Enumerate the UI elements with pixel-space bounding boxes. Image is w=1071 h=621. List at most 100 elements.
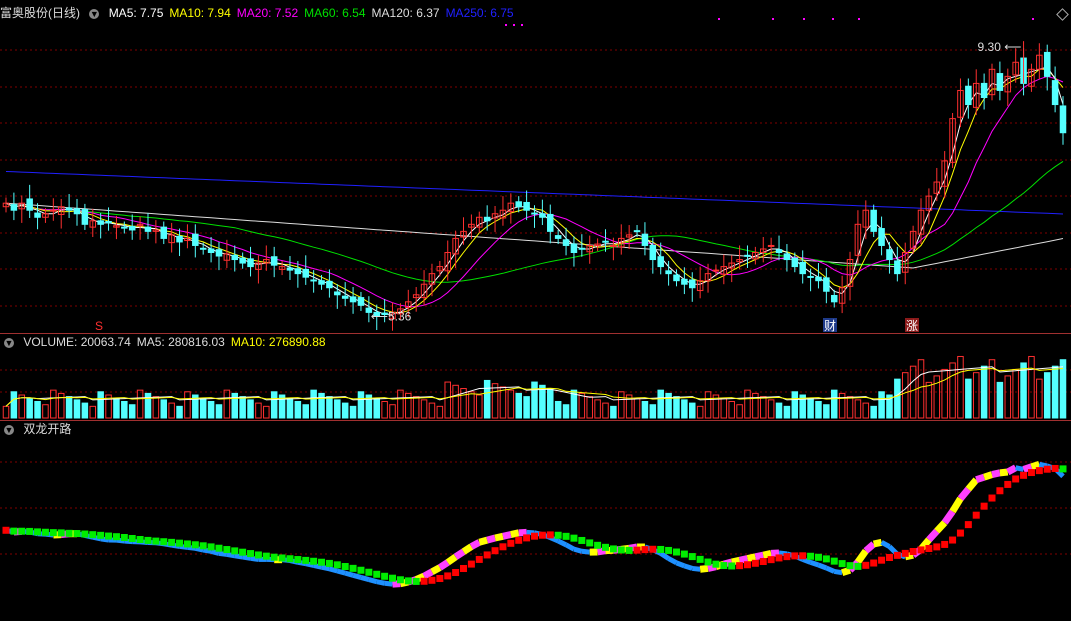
candle-body-42 bbox=[335, 292, 341, 295]
slow-dragon-block-31 bbox=[247, 550, 254, 557]
slow-dragon-block-21 bbox=[168, 539, 175, 546]
slow-dragon-block-68 bbox=[539, 532, 546, 539]
volume-bar-98 bbox=[776, 403, 782, 418]
slow-dragon-block-15 bbox=[121, 534, 128, 541]
slow-dragon-block-41 bbox=[326, 560, 333, 567]
volume-bar-100 bbox=[792, 392, 798, 418]
volume-bar-50 bbox=[398, 390, 404, 418]
volume-bar-41 bbox=[327, 397, 333, 418]
volume-bar-92 bbox=[729, 401, 735, 418]
candle-body-15 bbox=[122, 227, 128, 228]
candle-body-86 bbox=[682, 279, 688, 284]
volume-bar-103 bbox=[816, 401, 822, 418]
volume-bar-124 bbox=[981, 366, 987, 418]
volume-bar-36 bbox=[287, 398, 293, 418]
slow-dragon-block-62 bbox=[492, 547, 499, 554]
chart-stage[interactable]: 9.30 ⟵⟵5.36S财涨 bbox=[0, 0, 1071, 616]
fast-dragon-seg-55 bbox=[432, 568, 440, 572]
ma10-line bbox=[6, 69, 1063, 312]
volume-bar-85 bbox=[674, 397, 680, 418]
volume-bar-131 bbox=[1037, 379, 1043, 418]
expand-down-icon[interactable]: ▼ bbox=[89, 9, 99, 19]
fast-dragon-seg-49 bbox=[385, 583, 393, 584]
volume-bar-5 bbox=[43, 405, 49, 418]
volume-bar-21 bbox=[169, 403, 175, 418]
volume-bar-39 bbox=[311, 390, 317, 418]
candle-body-99 bbox=[784, 254, 790, 260]
candle-body-65 bbox=[516, 202, 522, 207]
slow-dragon-block-106 bbox=[839, 560, 846, 567]
candle-body-20 bbox=[161, 227, 167, 238]
slow-dragon-block-80 bbox=[634, 547, 641, 554]
slow-dragon-block-43 bbox=[342, 563, 349, 570]
slow-dragon-block-81 bbox=[641, 546, 648, 553]
slow-dragon-block-23 bbox=[184, 540, 191, 547]
slow-dragon-block-124 bbox=[981, 503, 988, 510]
slow-dragon-block-90 bbox=[712, 561, 719, 568]
volume-bar-127 bbox=[1005, 376, 1011, 418]
candle-body-43 bbox=[342, 296, 348, 298]
fast-dragon-seg-60 bbox=[471, 542, 479, 546]
volume-bar-108 bbox=[855, 400, 861, 418]
volume-bar-49 bbox=[390, 405, 396, 418]
fast-dragon-seg-127 bbox=[1000, 472, 1008, 473]
volume-bar-57 bbox=[453, 385, 459, 418]
candle-body-70 bbox=[555, 236, 561, 239]
slow-dragon-block-109 bbox=[862, 562, 869, 569]
volume-bar-66 bbox=[524, 397, 530, 418]
candle-body-16 bbox=[129, 226, 135, 230]
fast-dragon-seg-61 bbox=[479, 540, 487, 542]
fast-dragon-seg-105 bbox=[826, 568, 834, 571]
slow-dragon-block-104 bbox=[823, 555, 830, 562]
volume-bar-34 bbox=[271, 392, 277, 418]
volume-bar-105 bbox=[831, 390, 837, 418]
volume-bar-59 bbox=[469, 392, 475, 418]
candle-body-31 bbox=[248, 259, 254, 267]
candle-body-34 bbox=[271, 257, 277, 265]
marker-s: S bbox=[95, 319, 103, 333]
fast-dragon-seg-94 bbox=[740, 559, 748, 561]
fast-dragon-seg-95 bbox=[747, 557, 755, 559]
slow-dragon-block-100 bbox=[791, 552, 798, 559]
slow-dragon-block-33 bbox=[263, 553, 270, 560]
slow-dragon-block-128 bbox=[1012, 475, 1019, 482]
volume-bar-113 bbox=[895, 379, 901, 418]
fast-dragon-seg-93 bbox=[732, 560, 740, 562]
slow-dragon-block-99 bbox=[783, 553, 790, 560]
expand-down-icon[interactable]: ▼ bbox=[4, 425, 14, 435]
fast-dragon-seg-126 bbox=[992, 473, 1000, 475]
chart-canvas[interactable]: 9.30 ⟵⟵5.36S财涨 bbox=[0, 0, 1071, 616]
slow-dragon-block-54 bbox=[428, 577, 435, 584]
main-legend: 富奥股份(日线) ▼ MA5: 7.75MA10: 7.94MA20: 7.52… bbox=[0, 4, 526, 22]
volume-bar-94 bbox=[745, 390, 751, 418]
candle-body-124 bbox=[981, 83, 987, 97]
ma-legend-item-2: MA20: 7.52 bbox=[237, 6, 298, 20]
candle-body-98 bbox=[776, 250, 782, 253]
candle-body-38 bbox=[303, 269, 309, 277]
volume-bar-12 bbox=[98, 392, 104, 418]
top-dot-0 bbox=[505, 24, 507, 26]
slow-dragon-block-59 bbox=[468, 561, 475, 568]
candle-body-9 bbox=[74, 209, 80, 214]
volume-bar-93 bbox=[737, 405, 743, 418]
fast-dragon-seg-41 bbox=[322, 567, 330, 569]
volume-bar-32 bbox=[256, 403, 262, 418]
fast-dragon-seg-29 bbox=[227, 554, 235, 555]
top-dot-3 bbox=[718, 18, 720, 20]
volume-bar-26 bbox=[208, 401, 214, 418]
fast-dragon-seg-71 bbox=[558, 541, 566, 545]
volume-bar-75 bbox=[595, 400, 601, 418]
volume-bar-44 bbox=[350, 406, 356, 418]
volume-bar-16 bbox=[129, 405, 135, 418]
volume-bar-117 bbox=[926, 382, 932, 418]
fast-dragon-seg-85 bbox=[669, 559, 677, 563]
volume-bar-4 bbox=[35, 401, 41, 418]
slow-dragon-block-22 bbox=[176, 540, 183, 547]
volume-bar-3 bbox=[27, 398, 33, 418]
volume-bar-110 bbox=[871, 406, 877, 418]
expand-down-icon[interactable]: ▼ bbox=[4, 338, 14, 348]
slow-dragon-block-83 bbox=[657, 546, 664, 553]
volume-bar-107 bbox=[847, 397, 853, 418]
candle-body-77 bbox=[611, 245, 617, 246]
volume-legend-item-0: VOLUME: 20063.74 bbox=[23, 335, 130, 349]
